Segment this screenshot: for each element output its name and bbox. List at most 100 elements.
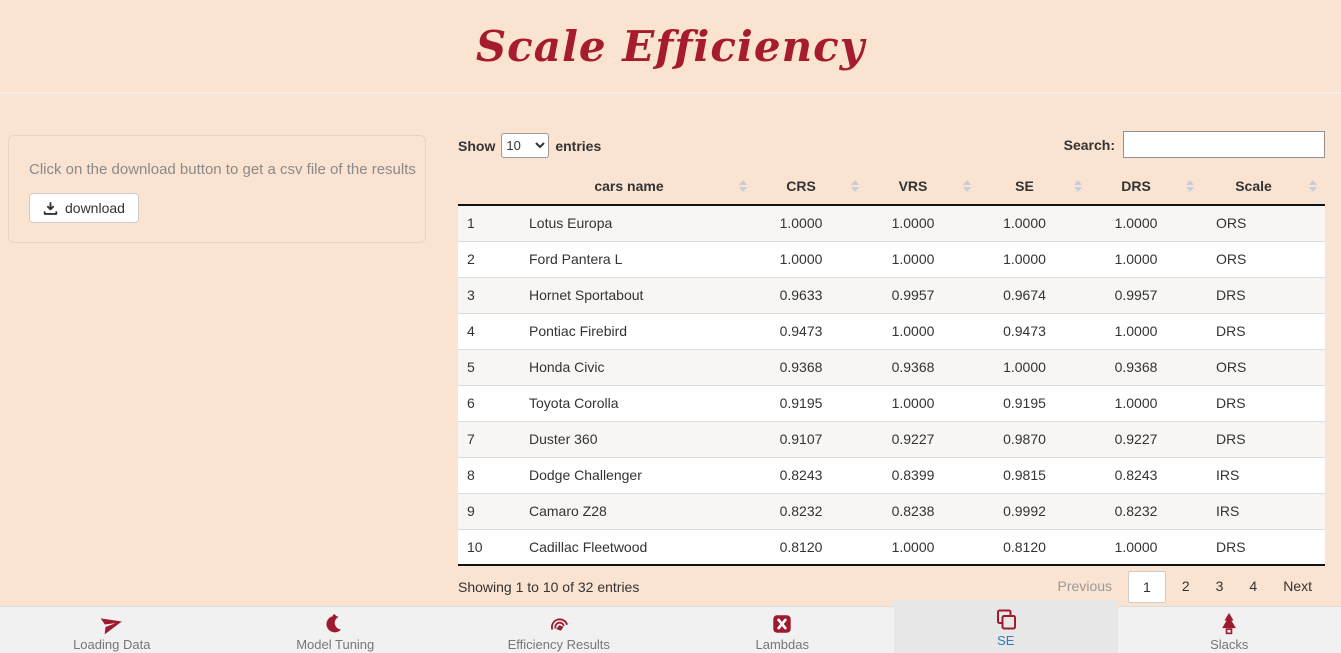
column-header-se[interactable]: SE <box>979 168 1090 205</box>
drs-value-cell: 1.0000 <box>1090 385 1202 421</box>
results-table: cars nameCRSVRSSEDRSScale 1Lotus Europa1… <box>458 168 1325 566</box>
column-header-index <box>458 168 523 205</box>
nav-tab-efficiency-results[interactable]: Efficiency Results <box>447 607 671 653</box>
nav-tab-label: Efficiency Results <box>508 637 610 652</box>
sort-icon[interactable] <box>1309 180 1317 192</box>
table-row[interactable]: 9Camaro Z280.82320.82380.99920.8232IRS <box>458 493 1325 529</box>
column-header-label: CRS <box>786 178 816 194</box>
datatable: Show 10 entries Search: cars name CRS VRS S… <box>458 131 1325 626</box>
sort-icon[interactable] <box>963 180 971 192</box>
paper-plane-icon <box>99 612 125 635</box>
drs-value-cell: 1.0000 <box>1090 205 1202 241</box>
nav-tab-label: SE <box>997 633 1014 648</box>
table-row[interactable]: 7Duster 3600.91070.92270.98700.9227DRS <box>458 421 1325 457</box>
row-index-cell: 5 <box>458 349 523 385</box>
drs-value-cell: 0.8232 <box>1090 493 1202 529</box>
clone-squares-icon <box>994 608 1018 631</box>
drs-value-cell: 0.9227 <box>1090 421 1202 457</box>
row-index-cell: 8 <box>458 457 523 493</box>
download-button-label: download <box>65 200 125 216</box>
pagination-page[interactable]: 3 <box>1203 571 1237 601</box>
car-name-cell: Hornet Sportabout <box>523 277 755 313</box>
sort-icon[interactable] <box>1186 180 1194 192</box>
se-value-cell: 0.9195 <box>979 385 1090 421</box>
nav-tab-loading-data[interactable]: Loading Data <box>0 607 224 653</box>
sort-icon[interactable] <box>739 180 747 192</box>
se-value-cell: 1.0000 <box>979 205 1090 241</box>
crs-value-cell: 0.9633 <box>755 277 867 313</box>
row-index-cell: 4 <box>458 313 523 349</box>
table-row[interactable]: 8Dodge Challenger0.82430.83990.98150.824… <box>458 457 1325 493</box>
column-header-label: SE <box>1015 178 1034 194</box>
column-header-drs[interactable]: DRS <box>1090 168 1202 205</box>
entries-label: entries <box>555 138 601 154</box>
crs-value-cell: 0.9107 <box>755 421 867 457</box>
table-row[interactable]: 4Pontiac Firebird0.94731.00000.94731.000… <box>458 313 1325 349</box>
row-index-cell: 1 <box>458 205 523 241</box>
crs-value-cell: 0.8232 <box>755 493 867 529</box>
tree-icon <box>1218 612 1240 635</box>
vrs-value-cell: 1.0000 <box>867 385 979 421</box>
page-length-select[interactable]: 10 <box>501 133 549 158</box>
car-name-cell: Lotus Europa <box>523 205 755 241</box>
row-index-cell: 3 <box>458 277 523 313</box>
car-name-cell: Camaro Z28 <box>523 493 755 529</box>
search-input[interactable] <box>1123 131 1325 158</box>
table-row[interactable]: 5Honda Civic0.93680.93681.00000.9368ORS <box>458 349 1325 385</box>
drs-value-cell: 1.0000 <box>1090 529 1202 565</box>
search-label: Search: <box>1064 137 1115 153</box>
show-label: Show <box>458 138 495 154</box>
sort-icon[interactable] <box>851 180 859 192</box>
download-button[interactable]: download <box>29 193 139 223</box>
vrs-value-cell: 0.9227 <box>867 421 979 457</box>
nav-tab-se[interactable]: SE <box>894 600 1118 653</box>
sort-icon[interactable] <box>1074 180 1082 192</box>
scale-cell: DRS <box>1202 313 1325 349</box>
pagination-next[interactable]: Next <box>1270 571 1325 601</box>
column-header-crs[interactable]: CRS <box>755 168 867 205</box>
scale-cell: IRS <box>1202 493 1325 529</box>
table-controls: Show 10 entries Search: <box>458 131 1325 168</box>
nav-tab-model-tuning[interactable]: Model Tuning <box>224 607 448 653</box>
pagination-page[interactable]: 4 <box>1236 571 1270 601</box>
scale-cell: DRS <box>1202 529 1325 565</box>
column-header-cars-name[interactable]: cars name <box>523 168 755 205</box>
scale-cell: DRS <box>1202 421 1325 457</box>
row-index-cell: 2 <box>458 241 523 277</box>
download-icon <box>43 201 58 216</box>
table-row[interactable]: 6Toyota Corolla0.91951.00000.91951.0000D… <box>458 385 1325 421</box>
car-name-cell: Dodge Challenger <box>523 457 755 493</box>
table-row[interactable]: 10Cadillac Fleetwood0.81201.00000.81201.… <box>458 529 1325 565</box>
vrs-value-cell: 0.9957 <box>867 277 979 313</box>
column-header-label: cars name <box>594 178 663 194</box>
column-header-label: DRS <box>1121 178 1151 194</box>
pagination-page[interactable]: 2 <box>1169 571 1203 601</box>
car-name-cell: Ford Pantera L <box>523 241 755 277</box>
vrs-value-cell: 1.0000 <box>867 529 979 565</box>
car-name-cell: Honda Civic <box>523 349 755 385</box>
scale-cell: DRS <box>1202 385 1325 421</box>
pagination-previous[interactable]: Previous <box>1045 571 1125 601</box>
column-header-label: VRS <box>899 178 928 194</box>
se-value-cell: 1.0000 <box>979 349 1090 385</box>
vrs-value-cell: 1.0000 <box>867 241 979 277</box>
column-header-vrs[interactable]: VRS <box>867 168 979 205</box>
scale-cell: ORS <box>1202 205 1325 241</box>
signal-arcs-diamond-icon <box>546 612 572 635</box>
drs-value-cell: 0.9957 <box>1090 277 1202 313</box>
table-row[interactable]: 2Ford Pantera L1.00001.00001.00001.0000O… <box>458 241 1325 277</box>
nav-tab-lambdas[interactable]: Lambdas <box>671 607 895 653</box>
crs-value-cell: 1.0000 <box>755 241 867 277</box>
column-header-scale[interactable]: Scale <box>1202 168 1325 205</box>
car-name-cell: Pontiac Firebird <box>523 313 755 349</box>
se-value-cell: 0.8120 <box>979 529 1090 565</box>
x-square-icon <box>771 612 793 635</box>
nav-tab-slacks[interactable]: Slacks <box>1118 607 1341 653</box>
se-value-cell: 1.0000 <box>979 241 1090 277</box>
scale-cell: IRS <box>1202 457 1325 493</box>
pagination-page[interactable]: 1 <box>1128 571 1166 603</box>
nav-tab-label: Model Tuning <box>296 637 374 652</box>
table-row[interactable]: 3Hornet Sportabout0.96330.99570.96740.99… <box>458 277 1325 313</box>
search-control: Search: <box>1064 131 1325 158</box>
table-row[interactable]: 1Lotus Europa1.00001.00001.00001.0000ORS <box>458 205 1325 241</box>
